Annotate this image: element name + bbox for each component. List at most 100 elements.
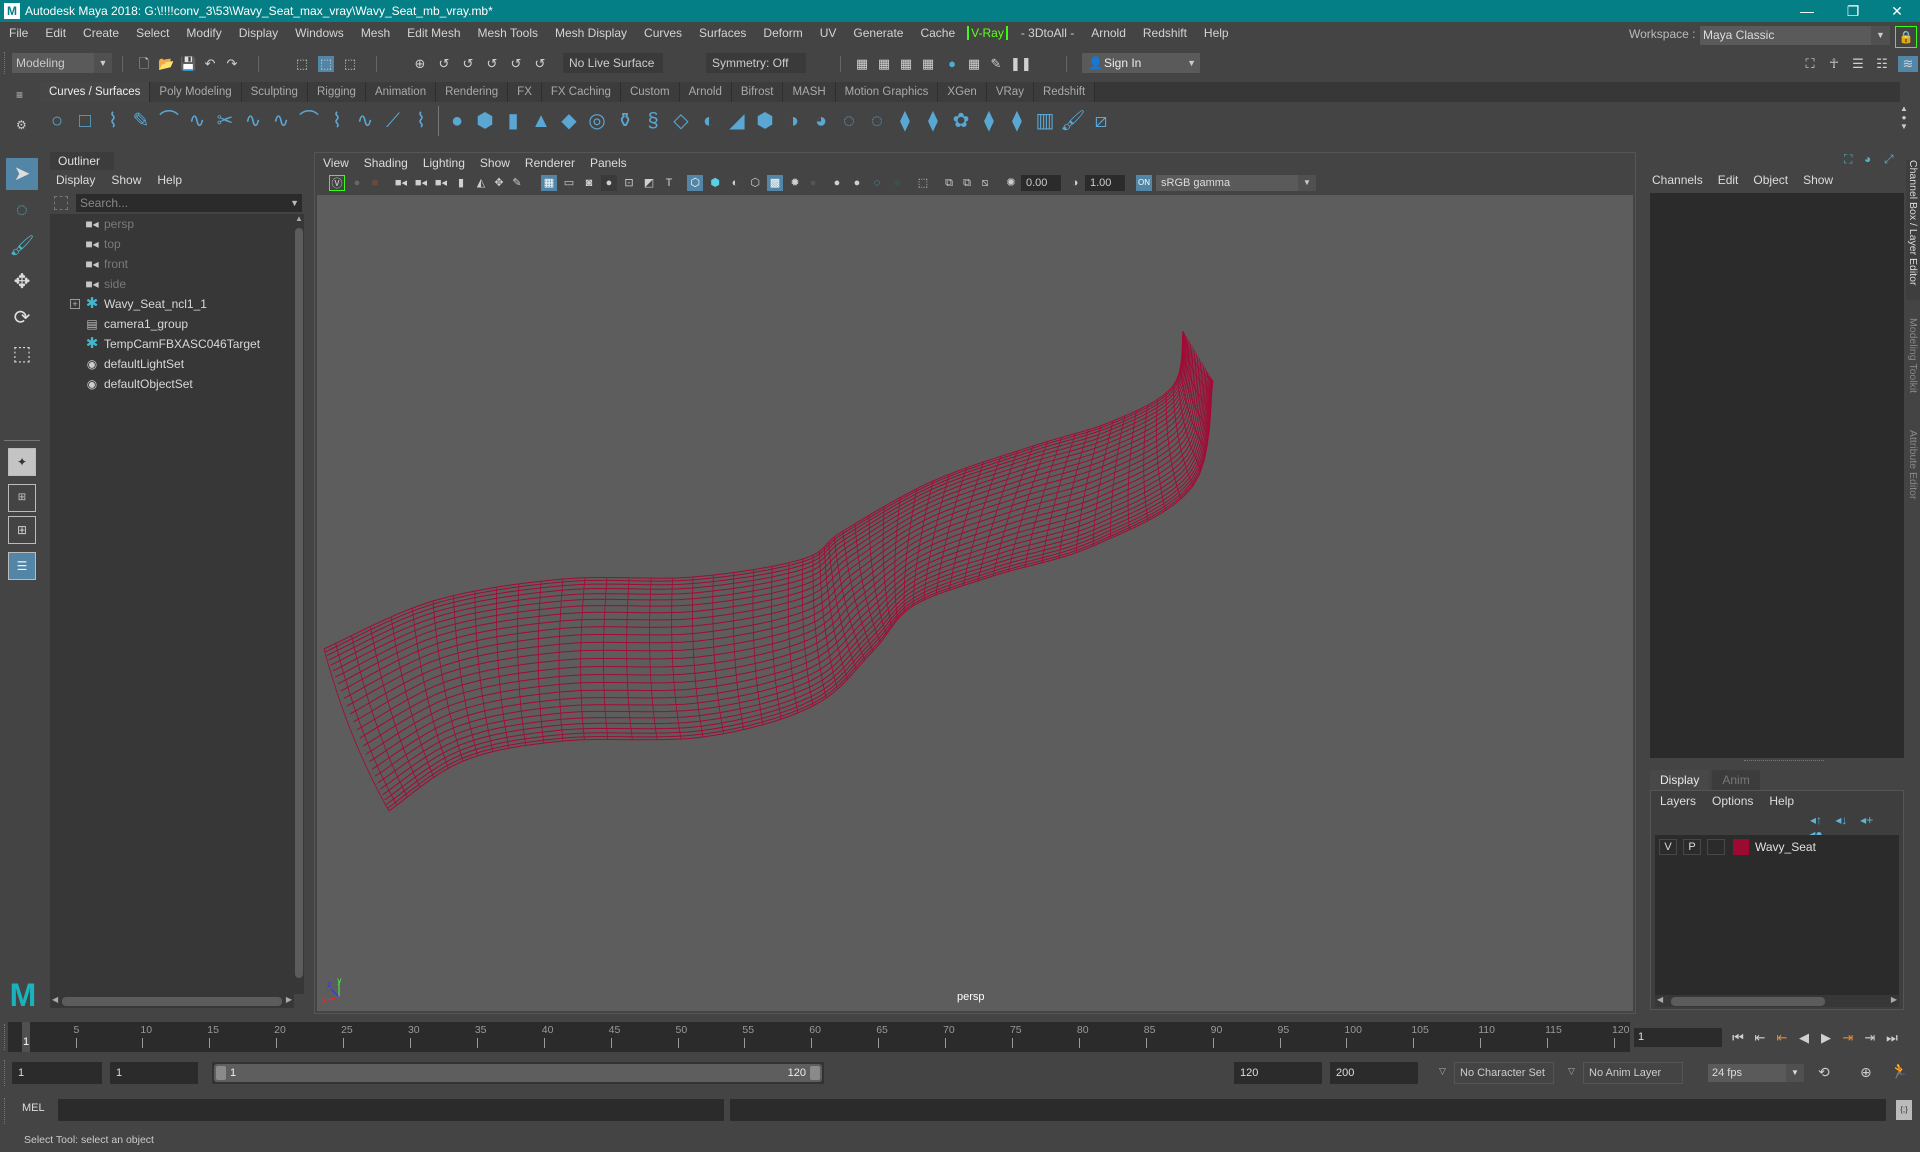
workspace-dropdown[interactable]: Maya Classic ▼ [1700, 26, 1890, 45]
menu-3dtoall[interactable]: - 3DtoAll - [1012, 26, 1082, 40]
layer-tab-display[interactable]: Display [1650, 770, 1710, 790]
layer-tab-anim[interactable]: Anim [1712, 770, 1760, 790]
shelf-tab-redshift[interactable]: Redshift [1033, 82, 1096, 102]
close-button[interactable]: ✕ [1874, 0, 1920, 22]
rotate-tool-icon[interactable]: ⟳ [6, 302, 38, 334]
outliner-item[interactable]: ■◂ front [50, 254, 294, 274]
menu-help[interactable]: Help [1195, 26, 1237, 40]
snap-curve-icon[interactable]: ↺ [436, 56, 452, 72]
shelf-settings-icon[interactable]: ⚙ [16, 118, 27, 132]
revolve-icon[interactable]: ⚱ [612, 108, 638, 134]
viewport-menu-renderer[interactable]: Renderer [517, 153, 582, 173]
menu-arnold[interactable]: Arnold [1082, 26, 1134, 40]
layer-menu-options[interactable]: Options [1703, 791, 1760, 811]
move-layer-up-icon[interactable]: ◂↑ [1805, 813, 1827, 827]
range-bar[interactable] [214, 1064, 822, 1082]
planar-icon[interactable]: ◇ [668, 108, 694, 134]
nurbs-plane-icon[interactable]: ◆ [556, 108, 582, 134]
insert-knot-icon[interactable]: ⌒ [296, 108, 322, 134]
reverse-curve-icon[interactable]: ∿ [352, 108, 378, 134]
detach-surfaces-icon[interactable]: ⧫ [920, 108, 946, 134]
snap-point-icon[interactable]: ↺ [460, 56, 476, 72]
scroll-left-icon[interactable]: ◀ [1657, 995, 1663, 1004]
outliner-item[interactable]: ▤ camera1_group [50, 314, 294, 334]
current-time-indicator[interactable]: 1 [22, 1022, 30, 1052]
menu-edit[interactable]: Edit [36, 26, 74, 40]
shelf-tab-rigging[interactable]: Rigging [307, 82, 366, 102]
render-setup-icon[interactable]: ▦ [966, 56, 982, 72]
shelf-tabs-menu-icon[interactable]: ≡ [16, 88, 23, 102]
side-tab-channel-box[interactable]: Channel Box / Layer Editor [1906, 160, 1920, 300]
intersect-surfaces-icon[interactable]: ◕ [808, 108, 834, 134]
character-controls-icon[interactable]: ☥ [1826, 56, 1842, 72]
nurbs-cylinder-icon[interactable]: ▮ [500, 108, 526, 134]
ambient-occlusion-icon[interactable]: ● [829, 175, 845, 191]
animation-preferences-icon[interactable]: 🏃 [1890, 1062, 1909, 1080]
playback-end-field[interactable]: 120 [1234, 1062, 1322, 1084]
shelf-tab-fx[interactable]: FX [508, 82, 542, 102]
birail-icon[interactable]: ◢ [724, 108, 750, 134]
grease-pencil-icon[interactable]: ✎ [509, 175, 525, 191]
command-input[interactable] [58, 1099, 724, 1121]
scroll-up-icon[interactable]: ▲ [295, 214, 303, 223]
nurbs-circle-icon[interactable]: ○ [44, 108, 70, 134]
maximize-button[interactable]: ❐ [1830, 0, 1876, 22]
move-tool-icon[interactable]: ✥ [6, 266, 38, 298]
menu-mesh[interactable]: Mesh [352, 26, 398, 40]
shelf-tab-bifrost[interactable]: Bifrost [731, 82, 784, 102]
lock-icon[interactable]: 🔒 [1895, 26, 1917, 48]
exposure-icon[interactable]: ✺ [1003, 175, 1019, 191]
script-editor-icon[interactable]: {;} [1896, 1100, 1912, 1120]
xray-joints-icon[interactable]: ⧉ [941, 175, 957, 191]
new-scene-icon[interactable]: 🗋 [136, 56, 152, 72]
smooth-shade-icon[interactable]: ⬢ [707, 175, 723, 191]
make-live-icon[interactable]: ↺ [532, 56, 548, 72]
step-forward-key-icon[interactable]: ⇥ [1838, 1028, 1858, 1048]
extend-curve-icon[interactable]: ∿ [268, 108, 294, 134]
shadows-icon[interactable]: ● [805, 175, 821, 191]
surface-editing-icon[interactable]: ⧄ [1088, 108, 1114, 134]
tool-settings-icon[interactable]: ☷ [1874, 56, 1890, 72]
minimize-button[interactable]: — [1784, 0, 1830, 22]
scroll-right-icon[interactable]: ▶ [286, 995, 292, 1004]
light-editor-icon[interactable]: ✎ [988, 56, 1004, 72]
menu-mesh-tools[interactable]: Mesh Tools [469, 26, 546, 40]
layer-menu-help[interactable]: Help [1760, 791, 1801, 811]
vray-region-icon[interactable]: ■ [367, 175, 383, 191]
safe-title-icon[interactable]: T [661, 175, 677, 191]
shelf-tab-mash[interactable]: MASH [783, 82, 836, 102]
outliner-layout-icon[interactable]: ☰ [8, 552, 36, 580]
project-curve-icon[interactable]: ◑ [780, 108, 806, 134]
drag-handle[interactable] [4, 52, 7, 74]
layer-color-swatch[interactable] [1733, 839, 1749, 855]
layer-horizontal-scrollbar[interactable]: ◀ ▶ [1655, 995, 1899, 1007]
step-back-key-icon[interactable]: ⇤ [1772, 1028, 1792, 1048]
select-object-icon[interactable]: ⬚ [318, 56, 334, 72]
channel-box-menu-object[interactable]: Object [1745, 170, 1795, 190]
save-scene-icon[interactable]: 💾 [180, 56, 196, 72]
persp-outliner-layout-icon[interactable]: ⊞ [8, 516, 36, 544]
scrollbar-thumb[interactable] [295, 228, 303, 978]
isolate-select-icon[interactable]: ⬚ [915, 175, 931, 191]
menu-modify[interactable]: Modify [177, 26, 229, 40]
shelf-scrollbar[interactable]: ▲ ● ▼ [1898, 104, 1910, 136]
outliner-item[interactable]: + ✱ Wavy_Seat_ncl1_1 [50, 294, 294, 314]
menu-generate[interactable]: Generate [844, 26, 911, 40]
live-surface-field[interactable]: No Live Surface [563, 53, 663, 73]
outliner-item[interactable]: ◉ defaultObjectSet [50, 374, 294, 394]
channel-box-menu-edit[interactable]: Edit [1710, 170, 1746, 190]
curve-tool-icon[interactable]: ⌇ [408, 108, 434, 134]
new-layer-icon[interactable]: ◂+ [1856, 813, 1878, 827]
side-tab-attribute-editor[interactable]: Attribute Editor [1906, 430, 1920, 520]
extend-surface-icon[interactable]: ⧫ [1004, 108, 1030, 134]
speed-icon[interactable]: ◕ [1864, 152, 1871, 166]
pencil-curve-icon[interactable]: ✎ [128, 108, 154, 134]
nurbs-cone-icon[interactable]: ▲ [528, 108, 554, 134]
rebuild-curve-icon[interactable]: ⌇ [324, 108, 350, 134]
menu-file[interactable]: File [0, 26, 36, 40]
loft-icon[interactable]: § [640, 108, 666, 134]
gamma-icon[interactable]: ◑ [1067, 175, 1083, 191]
current-frame-field[interactable]: 1 [1634, 1028, 1722, 1047]
render-history-icon[interactable]: ▦ [854, 56, 870, 72]
outliner-horizontal-scrollbar[interactable]: ◀ ▶ [50, 994, 294, 1008]
